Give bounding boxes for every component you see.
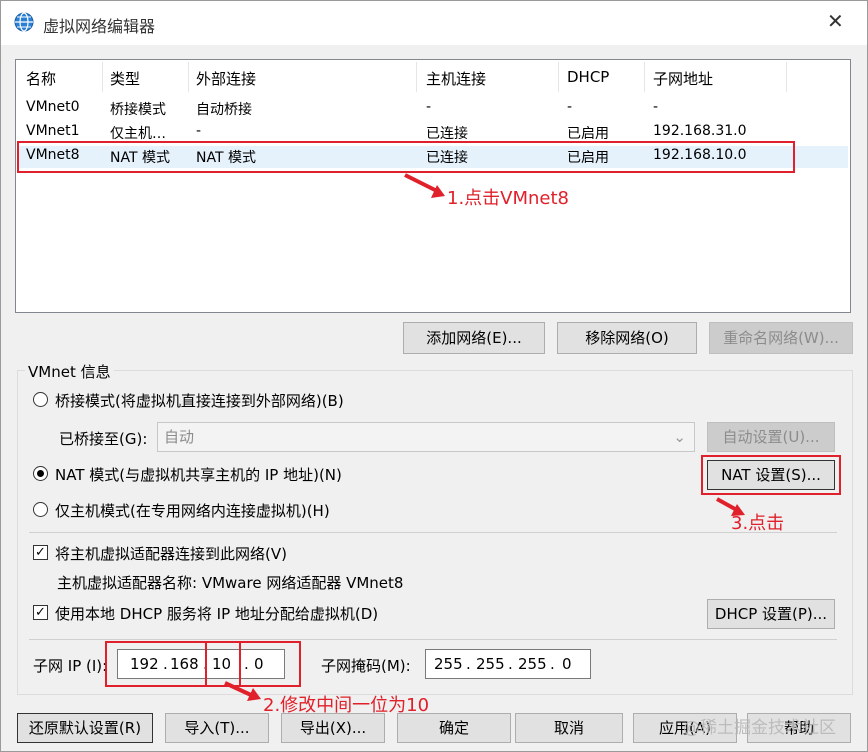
- cell-external: -: [196, 123, 202, 139]
- nat-settings-button[interactable]: NAT 设置(S)...: [707, 460, 835, 490]
- virtual-network-editor-window: 虚拟网络编辑器 ✕ 名称 类型 外部连接 主机连接 DHCP 子网地址 VMne…: [0, 0, 868, 752]
- ip-dot: .: [163, 655, 168, 673]
- column-header-host[interactable]: 主机连接: [426, 68, 486, 89]
- ip-octet-1: 192: [130, 655, 159, 673]
- mask-octet-1: 255: [434, 655, 463, 673]
- dhcp-settings-button[interactable]: DHCP 设置(P)...: [707, 599, 835, 629]
- cell-subnet: -: [653, 99, 659, 115]
- bridged-to-label: 已桥接至(G):: [59, 430, 148, 448]
- bridged-to-value: 自动: [164, 428, 195, 446]
- mask-octet-2: 255: [476, 655, 505, 673]
- subnet-ip-label: 子网 IP (I):: [33, 657, 108, 675]
- mask-dot: .: [550, 655, 555, 673]
- connect-adapter-checkbox[interactable]: ✓: [33, 545, 48, 560]
- arrow-icon: [223, 681, 263, 707]
- export-button[interactable]: 导出(X)...: [281, 713, 385, 743]
- column-separator: [786, 62, 787, 92]
- subnet-mask-label: 子网掩码(M):: [321, 657, 411, 675]
- globe-network-icon: [13, 11, 35, 33]
- column-header-external[interactable]: 外部连接: [196, 68, 256, 89]
- connect-adapter-label[interactable]: 将主机虚拟适配器连接到此网络(V): [55, 543, 287, 564]
- cancel-button[interactable]: 取消: [515, 713, 623, 743]
- ip-octet-2: 168: [170, 655, 199, 673]
- column-separator: [188, 62, 189, 92]
- highlight-box-vmnet8: [17, 141, 795, 173]
- ip-octet-4: 0: [254, 655, 264, 673]
- rename-network-button[interactable]: 重命名网络(W)...: [709, 322, 853, 354]
- title-bar: 虚拟网络编辑器 ✕: [1, 1, 867, 45]
- mask-dot: .: [466, 655, 471, 673]
- divider: [29, 532, 837, 533]
- table-row-vmnet0[interactable]: VMnet0 桥接模式 自动桥接 - - -: [16, 98, 850, 120]
- mask-dot: .: [508, 655, 513, 673]
- window-title: 虚拟网络编辑器: [43, 17, 156, 36]
- cell-name: VMnet1: [26, 123, 80, 139]
- arrow-icon: [401, 171, 447, 205]
- annotation-step1: 1.点击VMnet8: [447, 188, 570, 209]
- use-dhcp-label[interactable]: 使用本地 DHCP 服务将 IP 地址分配给虚拟机(D): [55, 603, 378, 624]
- bridged-to-select[interactable]: 自动 ⌄: [157, 422, 695, 452]
- auto-settings-button[interactable]: 自动设置(U)...: [707, 422, 835, 452]
- ip-dot: .: [244, 655, 249, 673]
- vmnet-info-label: VMnet 信息: [25, 361, 114, 382]
- host-only-mode-label[interactable]: 仅主机模式(在专用网络内连接虚拟机)(H): [55, 500, 330, 521]
- bridged-mode-radio[interactable]: [33, 392, 48, 407]
- subnet-ip-field[interactable]: 192 . 168 . 10 . 0: [117, 649, 285, 679]
- column-separator: [416, 62, 417, 92]
- add-network-button[interactable]: 添加网络(E)...: [403, 322, 545, 354]
- cell-external: 自动桥接: [196, 102, 252, 118]
- cell-dhcp: 已启用: [567, 126, 609, 142]
- remove-network-button[interactable]: 移除网络(O): [557, 322, 697, 354]
- nat-mode-label[interactable]: NAT 模式(与虚拟机共享主机的 IP 地址)(N): [55, 464, 342, 485]
- column-header-subnet[interactable]: 子网地址: [653, 68, 713, 89]
- cell-subnet: 192.168.31.0: [653, 123, 747, 139]
- cell-type: 桥接模式: [110, 102, 166, 118]
- column-separator: [558, 62, 559, 92]
- restore-defaults-button[interactable]: 还原默认设置(R): [17, 713, 153, 743]
- watermark-text: @稀土掘金技术社区: [683, 718, 836, 738]
- cell-dhcp: -: [567, 99, 573, 115]
- column-header-dhcp[interactable]: DHCP: [567, 68, 609, 86]
- mask-octet-3: 255: [518, 655, 547, 673]
- cell-host: 已连接: [426, 126, 468, 142]
- cell-host: -: [426, 99, 432, 115]
- divider: [29, 639, 837, 640]
- close-icon[interactable]: ✕: [827, 9, 844, 33]
- nat-mode-radio[interactable]: [33, 466, 48, 481]
- host-only-mode-radio[interactable]: [33, 502, 48, 517]
- subnet-mask-field[interactable]: 255 . 255 . 255 . 0: [425, 649, 591, 679]
- bridged-mode-label[interactable]: 桥接模式(将虚拟机直接连接到外部网络)(B): [55, 390, 344, 411]
- mask-octet-4: 0: [562, 655, 572, 673]
- use-dhcp-checkbox[interactable]: ✓: [33, 605, 48, 620]
- ok-button[interactable]: 确定: [397, 713, 511, 743]
- adapter-name-text: 主机虚拟适配器名称: VMware 网络适配器 VMnet8: [57, 574, 404, 592]
- cell-type: 仅主机…: [110, 126, 166, 142]
- column-header-type[interactable]: 类型: [110, 68, 140, 89]
- import-button[interactable]: 导入(T)...: [165, 713, 269, 743]
- column-header-name[interactable]: 名称: [26, 68, 56, 89]
- column-separator: [102, 62, 103, 92]
- column-separator: [644, 62, 645, 92]
- cell-name: VMnet0: [26, 99, 80, 115]
- chevron-down-icon: ⌄: [673, 428, 686, 446]
